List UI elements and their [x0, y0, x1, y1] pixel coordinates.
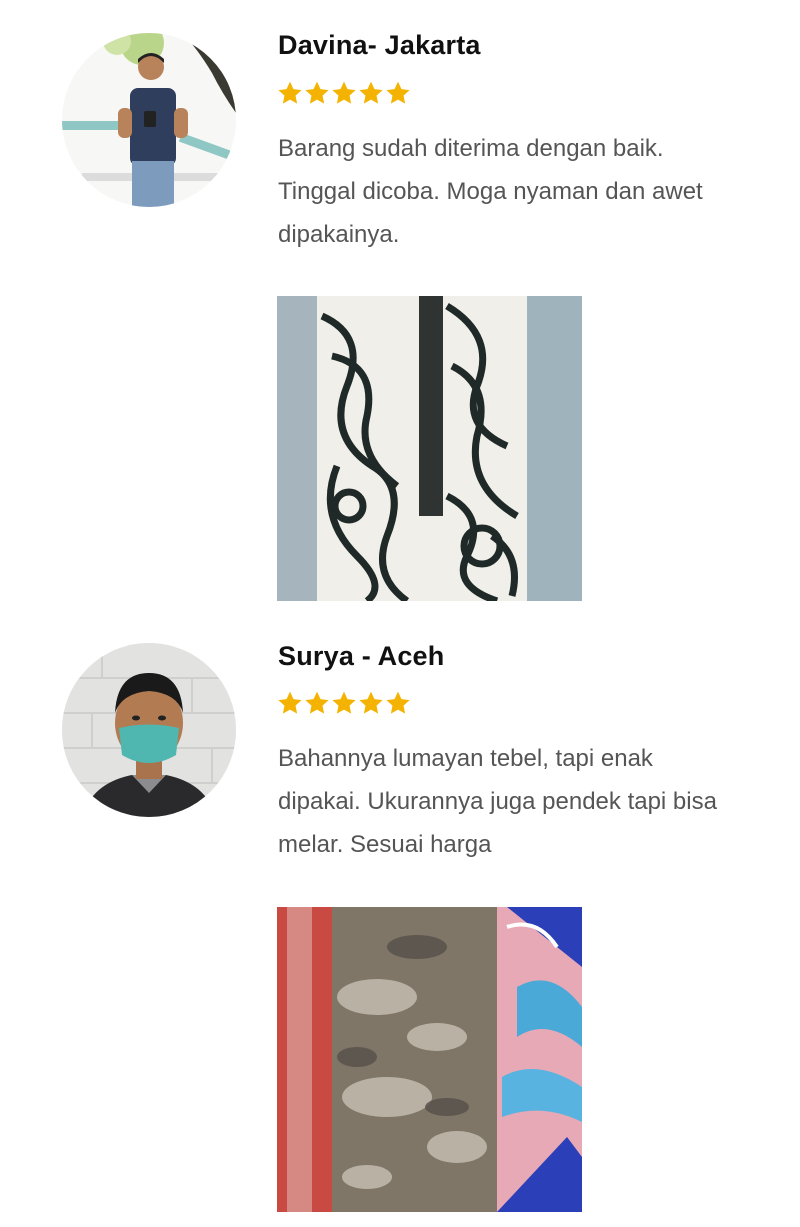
star-rating [277, 690, 411, 718]
star-icon [359, 81, 383, 104]
reviewer-name: Davina- Jakarta [278, 30, 481, 60]
reviewer-name: Surya - Aceh [278, 641, 445, 671]
star-icon [359, 691, 383, 714]
star-icon [386, 691, 410, 714]
reviewer-avatar [62, 33, 236, 207]
product-photo-icon [277, 296, 582, 601]
review-photo[interactable] [277, 296, 582, 601]
product-photo-icon [277, 907, 582, 1212]
reviewer-avatar [62, 643, 236, 817]
star-icon [386, 81, 410, 104]
review-photo[interactable] [277, 907, 582, 1212]
review-comment: Bahannya lumayan tebel, tapi enak dipaka… [278, 745, 717, 858]
star-icon [332, 81, 356, 104]
star-icon [305, 81, 329, 104]
star-rating [277, 80, 411, 108]
person-avatar-icon [62, 33, 236, 207]
star-icon [305, 691, 329, 714]
star-icon [278, 691, 302, 714]
star-icon [278, 81, 302, 104]
review-comment: Barang sudah diterima dengan baik. Tingg… [278, 135, 703, 248]
person-avatar-icon [62, 643, 236, 817]
star-icon [332, 691, 356, 714]
